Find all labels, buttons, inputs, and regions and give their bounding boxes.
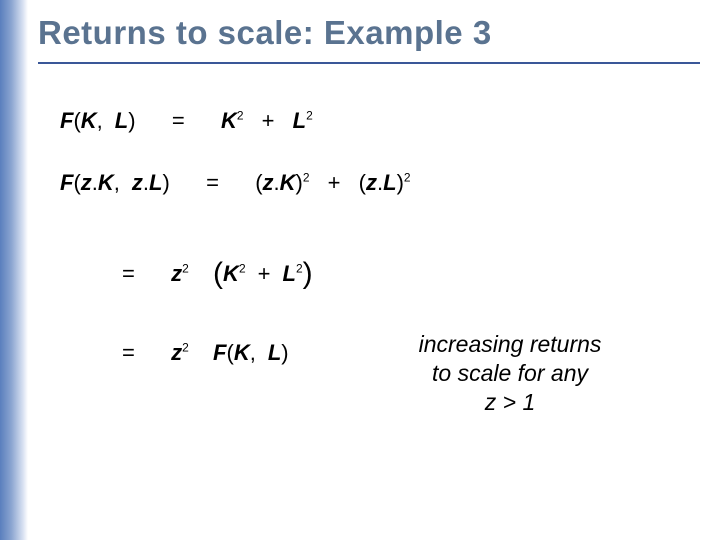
eq3-lparen: ( — [213, 257, 223, 290]
eq1-F: F — [60, 108, 73, 133]
equation-2: F(z.K,z.L) = (z.K)2 + (z.L)2 — [60, 170, 411, 196]
eq2-rhs-open1: ( — [255, 170, 262, 195]
eq4-comma: , — [250, 340, 256, 365]
eq1-plus: + — [262, 108, 275, 133]
eq1-K: K — [81, 108, 97, 133]
eq2-zL-L: L — [149, 170, 162, 195]
caption-z: z — [485, 389, 497, 415]
eq4-open: ( — [227, 340, 234, 365]
eq2-rhs-close1: ) — [296, 170, 303, 195]
eq1-open: ( — [73, 108, 80, 133]
eq3-rparen: ) — [303, 257, 313, 290]
eq2-rhs-z2: z — [366, 170, 377, 195]
eq1-comma: , — [97, 108, 103, 133]
caption-line-1: increasing returns — [380, 330, 640, 359]
caption-line-3: z > 1 — [380, 388, 640, 417]
caption-line-2: to scale for any — [380, 359, 640, 388]
eq2-rhs-open2: ( — [359, 170, 366, 195]
conclusion-caption: increasing returns to scale for any z > … — [380, 330, 640, 416]
eq3-L: L — [282, 261, 295, 286]
eq2-zK-z: z — [81, 170, 92, 195]
eq2-zL-z: z — [132, 170, 143, 195]
slide-title: Returns to scale: Example 3 — [38, 14, 492, 52]
eq2-rhs-z1: z — [263, 170, 274, 195]
eq1-L-exp: 2 — [306, 109, 313, 123]
caption-gt1: > 1 — [496, 389, 535, 415]
equation-4: = z2 F(K, L) — [122, 340, 289, 366]
eq3-equals: = — [122, 261, 135, 286]
eq1-rhs-L: L — [293, 108, 306, 133]
eq3-plus: + — [258, 261, 271, 286]
equation-3: = z2 (K2+L2) — [122, 255, 313, 289]
eq2-comma: , — [114, 170, 120, 195]
eq2-zK-K: K — [98, 170, 114, 195]
eq1-L: L — [115, 108, 128, 133]
eq2-equals: = — [206, 170, 219, 195]
eq4-F: F — [213, 340, 226, 365]
eq2-close: ) — [163, 170, 170, 195]
eq3-z-exp: 2 — [182, 262, 189, 276]
eq4-K: K — [234, 340, 250, 365]
eq3-K-exp: 2 — [239, 262, 246, 276]
eq2-rhs-K: K — [280, 170, 296, 195]
title-underline — [38, 62, 700, 64]
eq1-equals: = — [172, 108, 185, 133]
eq3-L-exp: 2 — [296, 262, 303, 276]
eq2-F: F — [60, 170, 73, 195]
eq2-plus: + — [328, 170, 341, 195]
left-gradient-bar — [0, 0, 28, 540]
eq4-close: ) — [281, 340, 288, 365]
eq1-close: ) — [128, 108, 135, 133]
eq3-K: K — [223, 261, 239, 286]
eq2-rhs-L: L — [383, 170, 396, 195]
eq2-rhs-close2: ) — [397, 170, 404, 195]
eq4-z: z — [171, 340, 182, 365]
eq2-exp2: 2 — [404, 171, 411, 185]
eq1-K-exp: 2 — [237, 109, 244, 123]
eq4-L: L — [268, 340, 281, 365]
eq1-rhs-K: K — [221, 108, 237, 133]
eq2-open: ( — [73, 170, 80, 195]
eq4-equals: = — [122, 340, 135, 365]
eq4-z-exp: 2 — [182, 341, 189, 355]
eq3-z: z — [171, 261, 182, 286]
slide: Returns to scale: Example 3 F(K,L) = K2 … — [0, 0, 720, 540]
eq2-exp1: 2 — [303, 171, 310, 185]
equation-1: F(K,L) = K2 + L2 — [60, 108, 313, 134]
